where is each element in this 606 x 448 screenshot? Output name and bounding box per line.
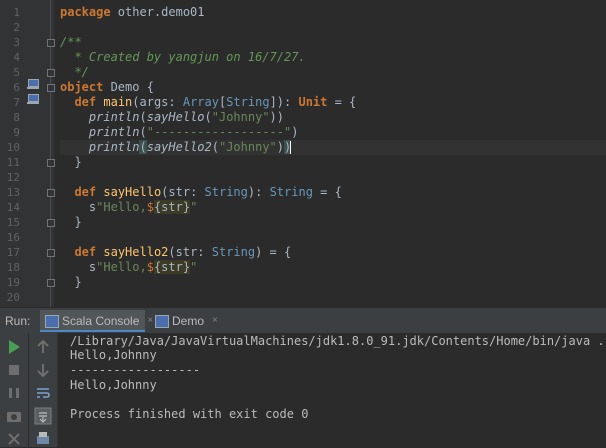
line-number: 19 (6, 276, 20, 289)
line-number: 8 (13, 111, 20, 124)
run-label: Run: (5, 314, 31, 328)
console-line: Hello,Johnny (70, 348, 157, 362)
run-toolbar (0, 333, 29, 447)
code-line-8: println(sayHello("Johnny")) (88, 110, 284, 124)
code-line-19: } (60, 275, 82, 289)
code-line-15: } (60, 215, 82, 229)
code-line-18: s"Hello,${str}" (60, 260, 198, 274)
line-number: 15 (6, 216, 20, 229)
code-line-10: println(sayHello2("Johnny")) (60, 140, 606, 155)
fold-marker-icon[interactable] (47, 69, 55, 77)
code-line-17: def sayHello2(str: String) = { (74, 245, 292, 259)
print-icon[interactable] (34, 430, 52, 448)
rerun-icon[interactable] (5, 338, 23, 356)
run-tool-window-header: Run: Scala Console × Demo × (0, 307, 606, 334)
code-line-11: } (60, 155, 82, 169)
run-gutter-icon[interactable] (27, 94, 39, 105)
tab-label: Demo (172, 314, 205, 328)
run-gutter-icon[interactable] (27, 79, 39, 90)
fold-marker-icon[interactable] (47, 249, 55, 257)
line-number: 1 (13, 6, 20, 19)
fold-marker-icon[interactable] (47, 39, 55, 47)
code-line-4: * Created by yangjun on 16/7/27. (60, 50, 306, 64)
code-line-6: object Demo { (60, 80, 154, 94)
code-line-7: def main(args: Array[String]): Unit = { (74, 95, 357, 109)
line-number: 20 (6, 291, 20, 304)
line-number: 10 (6, 141, 20, 154)
up-arrow-icon[interactable] (34, 338, 52, 356)
console-panel: /Library/Java/JavaVirtualMachines/jdk1.8… (0, 333, 606, 447)
line-number: 18 (6, 261, 20, 274)
code-line-3: /** (60, 35, 82, 49)
line-number: 12 (6, 171, 20, 184)
camera-icon[interactable] (5, 407, 23, 425)
stop-icon[interactable] (5, 361, 23, 379)
console-line: ------------------ (70, 363, 201, 377)
console-icon (45, 315, 59, 328)
console-line: Hello,Johnny (70, 378, 157, 392)
close-icon[interactable]: × (212, 316, 220, 326)
tab-demo[interactable]: Demo × (150, 310, 218, 332)
line-number: 7 (13, 96, 20, 109)
down-arrow-icon[interactable] (34, 361, 52, 379)
console-icon (155, 315, 169, 328)
code-line-14: s"Hello,${str}" (60, 200, 198, 214)
code-line-13: def sayHello(str: String): String = { (74, 185, 342, 199)
line-number: 5 (13, 66, 20, 79)
console-toolbar (29, 333, 58, 447)
code-line-9: println("------------------") (88, 125, 299, 139)
line-number: 14 (6, 201, 20, 214)
soft-wrap-icon[interactable] (34, 384, 52, 402)
text-caret (290, 141, 292, 154)
tab-label: Scala Console (62, 314, 140, 328)
line-number: 13 (6, 186, 20, 199)
line-number: 2 (13, 21, 20, 34)
fold-marker-icon[interactable] (47, 84, 55, 92)
line-number: 9 (13, 126, 20, 139)
line-number: 3 (13, 36, 20, 49)
fold-marker-icon[interactable] (47, 219, 55, 227)
line-number: 4 (13, 51, 20, 64)
scroll-to-end-icon[interactable] (34, 407, 52, 425)
console-output[interactable]: /Library/Java/JavaVirtualMachines/jdk1.8… (70, 333, 606, 447)
fold-marker-icon[interactable] (47, 189, 55, 197)
console-line: Process finished with exit code 0 (70, 407, 309, 421)
line-number: 17 (6, 246, 20, 259)
pause-icon[interactable] (5, 384, 23, 402)
code-line-1: package other.demo01 (60, 5, 205, 19)
fold-marker-icon[interactable] (47, 279, 55, 287)
code-editor[interactable]: 1 2 3 4 5 6 7 8 9 10 11 12 13 14 15 16 17 18 19 20 package … (0, 0, 606, 307)
line-number: 11 (6, 156, 20, 169)
line-number: 16 (6, 231, 20, 244)
tab-scala-console[interactable]: Scala Console × (40, 310, 153, 332)
fold-marker-icon[interactable] (47, 159, 55, 167)
code-line-5: */ (60, 65, 89, 79)
line-number: 6 (13, 81, 20, 94)
console-line: /Library/Java/JavaVirtualMachines/jdk1.8… (70, 334, 606, 348)
close-icon[interactable] (5, 430, 23, 448)
